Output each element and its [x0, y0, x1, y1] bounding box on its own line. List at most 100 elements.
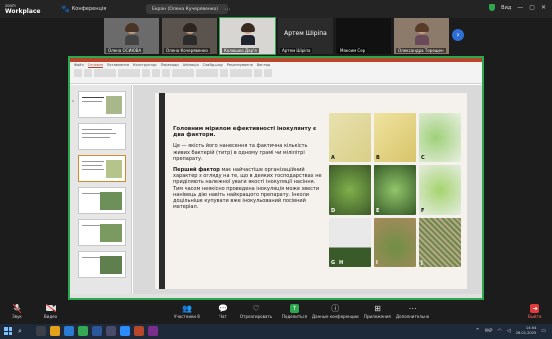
minimize-icon[interactable]: — [517, 4, 523, 11]
shared-screen: Файл Основне Вставлення Конструктор Пере… [68, 56, 484, 300]
screen-share-indicator[interactable]: Екран (Олена Кучерявенко) ⋯ [146, 4, 230, 14]
participant-tile[interactable]: Олена Кочерявенко [162, 18, 217, 54]
slide-heading: Головним мірилом ефективності інокулянту… [173, 126, 317, 139]
participant-tile[interactable]: Артем Шіріпа Артем Шіріпа [278, 18, 333, 54]
font-selector[interactable] [118, 69, 140, 77]
slide-paragraph-2: Перший фактор має найчастіше організацій… [173, 167, 323, 210]
participants-button[interactable]: 👥 Участники 8 [174, 303, 200, 320]
ribbon-tools [74, 69, 478, 81]
styles-gallery[interactable] [230, 69, 252, 77]
participant-tile[interactable]: Максим Сер [336, 18, 391, 54]
volume-icon[interactable]: ◁ [507, 328, 511, 334]
conference-label[interactable]: Конференція [72, 6, 107, 12]
slide-thumbnail[interactable] [78, 123, 126, 150]
word-icon[interactable] [92, 326, 102, 336]
ribbon-tab[interactable]: Анімація [183, 63, 199, 68]
arrange-icon[interactable] [220, 69, 228, 77]
meeting-toolbar: Звук Видео 👥 Участники 8 💬 Чат ♡ Отреаги… [0, 300, 552, 324]
participant-tile[interactable]: Олена ОСИЮВА [104, 18, 159, 54]
viber-icon[interactable] [148, 326, 158, 336]
new-slide-button[interactable] [94, 69, 116, 77]
react-button[interactable]: ♡ Отреагировать [240, 303, 272, 320]
slide-accent-bar [159, 93, 165, 289]
ribbon-tab[interactable]: Рецензування [227, 63, 253, 68]
slide-editor-canvas[interactable]: Головним мірилом ефективності інокулянту… [133, 85, 482, 294]
participant-video [182, 23, 197, 46]
underline-icon[interactable] [162, 69, 170, 77]
windows-start-icon[interactable] [4, 327, 12, 335]
zoom-logo: zoom Workplace [5, 3, 45, 15]
ribbon-tab[interactable]: Вставлення [107, 63, 129, 68]
notification-icon[interactable]: ▭ [541, 328, 546, 334]
more-label: Дополнительно [396, 314, 430, 319]
slide-thumbnail-selected[interactable] [78, 155, 126, 182]
audio-button[interactable]: Звук [12, 303, 22, 319]
ribbon-tab[interactable]: Основне [87, 63, 104, 68]
slide-thumbnail[interactable] [78, 91, 126, 118]
slide-thumbnail[interactable] [78, 219, 126, 246]
exit-button[interactable]: Выйти [528, 303, 541, 319]
ribbon-tab[interactable]: Слайд-шоу [203, 63, 223, 68]
participant-name: Максим Сер [338, 48, 368, 53]
paragraph-tools[interactable] [172, 69, 194, 77]
current-slide[interactable]: Головним мірилом ефективності інокулянту… [155, 93, 467, 289]
zoom-window: zoom Workplace 🐾 Конференція Екран (Олен… [0, 0, 552, 339]
store-icon[interactable] [106, 326, 116, 336]
find-icon[interactable] [254, 69, 262, 77]
photo-grid[interactable]: A B C D E F GH I J [329, 113, 461, 267]
photo-label: G [331, 259, 336, 266]
maximize-icon[interactable]: ▢ [529, 4, 535, 11]
shapes-gallery[interactable] [196, 69, 218, 77]
ribbon-tab[interactable]: Переходи [161, 63, 179, 68]
video-button[interactable]: Видео [44, 303, 57, 319]
slide-thumbnail[interactable] [78, 251, 126, 278]
search-icon[interactable]: ⌕ [18, 327, 27, 336]
chevron-up-icon[interactable]: ^ [476, 328, 480, 334]
language-indicator[interactable]: УКР [485, 328, 493, 333]
taskbar-apps [36, 326, 158, 336]
task-view-icon[interactable] [36, 326, 46, 336]
wifi-icon[interactable]: ◠ [497, 328, 501, 334]
paste-icon[interactable] [74, 69, 82, 77]
close-icon[interactable]: ✕ [541, 4, 546, 11]
shield-icon[interactable] [489, 4, 496, 11]
participant-name: Артем Шіріпа [280, 48, 313, 53]
participant-video [124, 23, 139, 46]
ribbon-tab[interactable]: Файл [74, 63, 84, 68]
bold-icon[interactable] [142, 69, 150, 77]
photo-label: E [376, 207, 380, 214]
exit-icon [530, 303, 540, 313]
participant-tile-active[interactable]: Колюшко Дар'я [219, 17, 276, 55]
participants-label: Участники 8 [174, 314, 200, 319]
next-participants-button[interactable]: › [452, 29, 464, 41]
dictate-icon[interactable] [264, 69, 272, 77]
more-icon[interactable]: ⋯ [224, 6, 230, 13]
participant-strip: Олена ОСИЮВА Олена Кочерявенко Колюшко Д… [104, 17, 449, 55]
clock[interactable]: 14:04 26.01.2025 [516, 326, 537, 335]
participant-tile[interactable]: Олександра Терещен [394, 18, 449, 54]
slide-thumbnail[interactable] [78, 187, 126, 214]
participants-icon: 👥 [181, 303, 192, 313]
meeting-info-button[interactable]: ⓘ Данные конференции [312, 303, 359, 320]
seedling-photo: F [419, 165, 461, 215]
more-button[interactable]: ⋯ Дополнительно [396, 303, 430, 320]
paw-icon[interactable]: 🐾 [61, 5, 70, 13]
file-explorer-icon[interactable] [50, 326, 60, 336]
chrome-icon[interactable] [78, 326, 88, 336]
view-menu[interactable]: Вид [501, 5, 511, 11]
italic-icon[interactable] [152, 69, 160, 77]
seed-photo: B [374, 113, 416, 163]
apps-button[interactable]: ⊞ Приложения [364, 303, 391, 320]
cut-icon[interactable] [84, 69, 92, 77]
ribbon-tab[interactable]: Вигляд [257, 63, 270, 68]
ribbon-tab[interactable]: Конструктор [133, 63, 157, 68]
chat-icon: 💬 [218, 303, 228, 313]
chat-button[interactable]: 💬 Чат [218, 303, 228, 320]
powerpoint-status-bar [70, 294, 482, 298]
slide-text-box[interactable]: Головним мірилом ефективності інокулянту… [173, 126, 323, 215]
participants-count: 8 [197, 314, 200, 319]
zoom-taskbar-icon[interactable] [120, 326, 130, 336]
powerpoint-icon[interactable] [134, 326, 144, 336]
edge-icon[interactable] [64, 326, 74, 336]
share-screen-button[interactable]: ↑ Поделиться [282, 303, 307, 319]
